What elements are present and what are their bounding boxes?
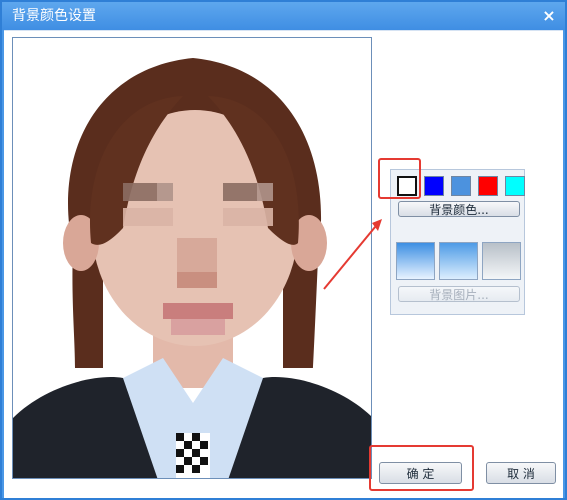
swatch-cyan[interactable] (505, 176, 525, 196)
background-color-dialog: 背景颜色设置 × 背景颜色... 背景图片... 确 定 取 消 (0, 0, 567, 500)
gradient-blue-1[interactable] (396, 242, 435, 280)
cancel-label: 取 消 (507, 466, 535, 481)
gradient-blue-2[interactable] (439, 242, 478, 280)
tie (176, 433, 210, 478)
close-icon[interactable]: × (539, 5, 559, 25)
background-swatch-panel: 背景颜色... 背景图片... (390, 169, 525, 315)
background-color-button[interactable]: 背景颜色... (398, 201, 520, 217)
background-color-label: 背景颜色... (429, 202, 489, 217)
annotation-arrow (323, 219, 382, 290)
ok-button[interactable]: 确 定 (379, 462, 462, 484)
pixelated-mouth (163, 303, 233, 335)
swatch-white[interactable] (397, 176, 417, 196)
background-image-button[interactable]: 背景图片... (398, 286, 520, 302)
swatch-light-blue[interactable] (451, 176, 471, 196)
title-bar[interactable]: 背景颜色设置 × (2, 2, 565, 30)
gradient-gray[interactable] (482, 242, 521, 280)
dialog-content: 背景颜色... 背景图片... 确 定 取 消 (4, 30, 563, 498)
dialog-title: 背景颜色设置 (12, 8, 96, 24)
cancel-button[interactable]: 取 消 (486, 462, 556, 484)
photo-preview (12, 37, 372, 479)
pixelated-nose (177, 238, 217, 288)
swatch-blue[interactable] (424, 176, 444, 196)
swatch-red[interactable] (478, 176, 498, 196)
portrait-image (13, 38, 371, 478)
background-image-label: 背景图片... (429, 287, 489, 302)
ok-label: 确 定 (406, 466, 435, 481)
